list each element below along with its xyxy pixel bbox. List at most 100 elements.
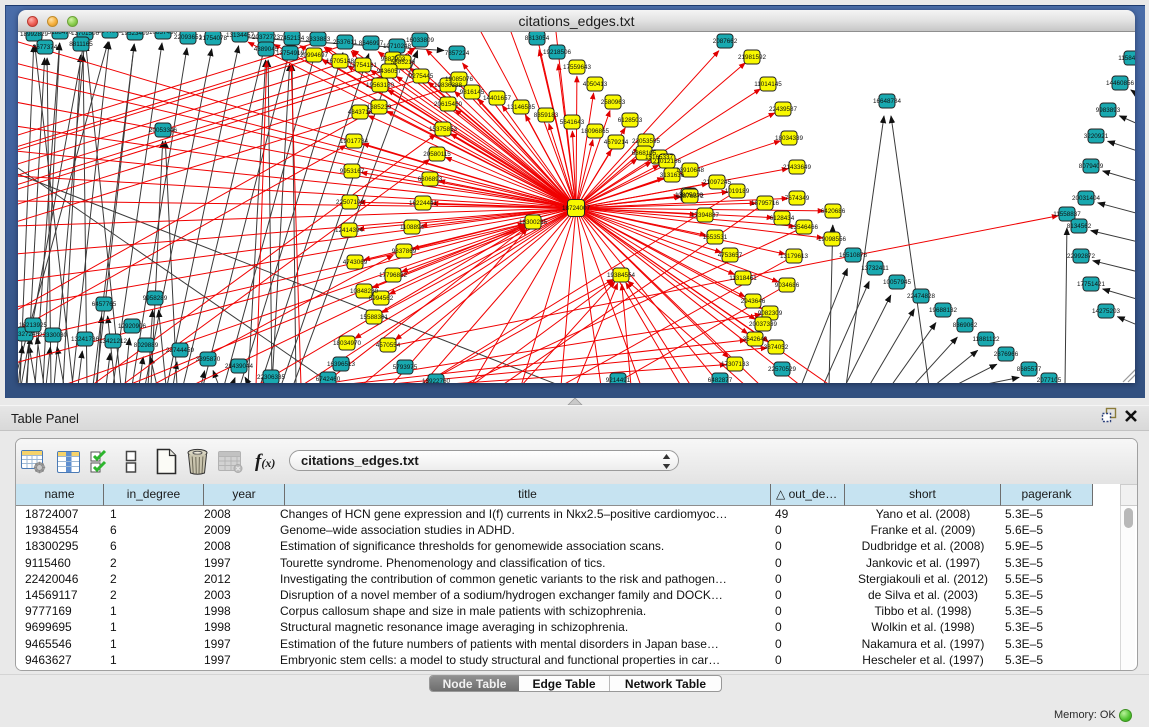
svg-text:22474828: 22474828	[907, 293, 936, 300]
svg-text:8359183: 8359183	[534, 112, 559, 119]
svg-text:19384554: 19384554	[607, 272, 636, 279]
svg-text:18096865: 18096865	[581, 128, 610, 135]
svg-text:2537611: 2537611	[333, 39, 358, 46]
svg-text:16510878: 16510878	[839, 252, 868, 259]
svg-text:22306335: 22306335	[257, 374, 286, 381]
svg-text:22330030: 22330030	[39, 332, 68, 339]
svg-text:16224441: 16224441	[409, 200, 438, 207]
svg-text:6482877: 6482877	[708, 377, 733, 383]
svg-text:13146585: 13146585	[507, 104, 536, 111]
svg-text:18724007: 18724007	[562, 205, 591, 212]
svg-text:14401657: 14401657	[483, 95, 512, 102]
svg-text:9082309: 9082309	[758, 310, 783, 317]
svg-text:17559643: 17559643	[563, 64, 592, 71]
svg-text:6128503: 6128503	[618, 117, 643, 124]
svg-text:15588301: 15588301	[360, 314, 389, 321]
svg-text:6742460: 6742460	[316, 376, 341, 383]
svg-text:21981592: 21981592	[738, 54, 767, 61]
svg-text:11014145: 11014145	[754, 81, 782, 88]
svg-text:9034686: 9034686	[775, 282, 800, 289]
svg-text:3874052: 3874052	[764, 344, 789, 351]
svg-text:22744459: 22744459	[166, 347, 195, 354]
svg-text:3644095: 3644095	[98, 32, 123, 35]
svg-text:1653531: 1653531	[703, 234, 728, 241]
svg-text:18922760: 18922760	[422, 378, 451, 383]
svg-text:4679214: 4679214	[604, 139, 629, 146]
svg-text:11558837: 11558837	[1053, 211, 1081, 218]
svg-text:19688132: 19688132	[929, 307, 958, 314]
svg-text:5793975: 5793975	[393, 364, 418, 371]
svg-text:16033809: 16033809	[406, 37, 435, 44]
svg-text:2077105: 2077105	[1037, 377, 1062, 383]
svg-text:8369062: 8369062	[953, 322, 978, 329]
svg-text:4743069: 4743069	[343, 259, 368, 266]
svg-text:20031404: 20031404	[1072, 195, 1101, 202]
svg-text:20580115: 20580115	[423, 151, 451, 158]
svg-text:7674349: 7674349	[785, 195, 810, 202]
svg-text:18300295: 18300295	[519, 219, 548, 226]
svg-text:3333883: 3333883	[306, 36, 331, 43]
svg-text:16396513: 16396513	[327, 361, 356, 368]
svg-text:17394887: 17394887	[691, 212, 720, 219]
svg-text:11318461: 11318461	[729, 275, 757, 282]
svg-text:22053595: 22053595	[632, 138, 661, 145]
svg-text:9214491: 9214491	[606, 377, 631, 383]
svg-text:18034339: 18034339	[775, 135, 804, 142]
svg-text:11881122: 11881122	[972, 336, 1000, 343]
svg-text:3677374: 3677374	[33, 44, 58, 51]
svg-text:19085076: 19085076	[445, 76, 474, 83]
svg-text:18992829: 18992829	[20, 32, 49, 38]
svg-text:9816145: 9816145	[460, 89, 485, 96]
svg-text:5188470: 5188470	[48, 32, 73, 36]
svg-text:19218506: 19218506	[543, 49, 572, 56]
svg-text:9953167: 9953167	[340, 168, 365, 175]
svg-text:19017734: 19017734	[340, 138, 369, 145]
svg-text:7857224: 7857224	[445, 50, 470, 57]
svg-text:13421212: 13421212	[99, 338, 128, 345]
svg-text:4843718: 4843718	[348, 109, 373, 116]
svg-text:20994697: 20994697	[300, 52, 329, 59]
svg-text:20037339: 20037339	[749, 321, 778, 328]
svg-text:13546466: 13546466	[790, 224, 819, 231]
svg-text:9958289: 9958289	[143, 295, 168, 302]
svg-text:21754078: 21754078	[199, 35, 228, 42]
svg-text:12414394: 12414394	[335, 227, 364, 234]
svg-text:2580963: 2580963	[601, 99, 626, 106]
svg-text:21012166: 21012166	[653, 158, 682, 165]
svg-text:9436057: 9436057	[377, 68, 402, 75]
svg-text:11584847: 11584847	[1118, 55, 1135, 62]
svg-text:21433649: 21433649	[783, 164, 812, 171]
svg-text:16213925: 16213925	[19, 322, 48, 329]
svg-text:11876872: 11876872	[676, 193, 704, 200]
svg-text:20372723: 20372723	[252, 34, 281, 41]
svg-text:10848230: 10848230	[350, 288, 379, 295]
svg-text:6128434: 6128434	[770, 215, 795, 222]
svg-text:14460856: 14460856	[1106, 80, 1135, 87]
svg-text:22439587: 22439587	[769, 106, 798, 113]
svg-text:9837869: 9837869	[392, 248, 417, 255]
svg-text:8029889: 8029889	[134, 342, 159, 349]
svg-text:16648784: 16648784	[873, 98, 902, 105]
svg-text:6994562: 6994562	[369, 295, 394, 302]
svg-text:7452134: 7452134	[280, 35, 305, 42]
svg-text:19098556: 19098556	[818, 236, 847, 243]
svg-text:20053346: 20053346	[149, 127, 178, 134]
svg-text:21439044: 21439044	[225, 363, 254, 370]
svg-text:13732411: 13732411	[861, 265, 889, 272]
svg-text:17796882: 17796882	[379, 272, 408, 279]
svg-text:3395870: 3395870	[196, 356, 221, 363]
svg-text:9275445: 9275445	[409, 73, 434, 80]
svg-text:13134457: 13134457	[226, 32, 255, 39]
svg-text:8685577: 8685577	[1017, 366, 1042, 373]
svg-text:5685216: 5685216	[391, 59, 416, 66]
svg-text:17751421: 17751421	[1077, 281, 1106, 288]
svg-text:17307133: 17307133	[721, 361, 750, 368]
svg-text:13910648: 13910648	[676, 167, 705, 174]
svg-text:15375853: 15375853	[429, 126, 458, 133]
svg-text:4753657: 4753657	[718, 252, 743, 259]
svg-text:9983893: 9983893	[1096, 107, 1121, 114]
svg-text:19523409: 19523409	[121, 32, 150, 37]
svg-text:14275203: 14275203	[1092, 308, 1121, 315]
svg-text:18034970: 18034970	[333, 340, 362, 347]
svg-text:22992872: 22992872	[1067, 253, 1096, 260]
